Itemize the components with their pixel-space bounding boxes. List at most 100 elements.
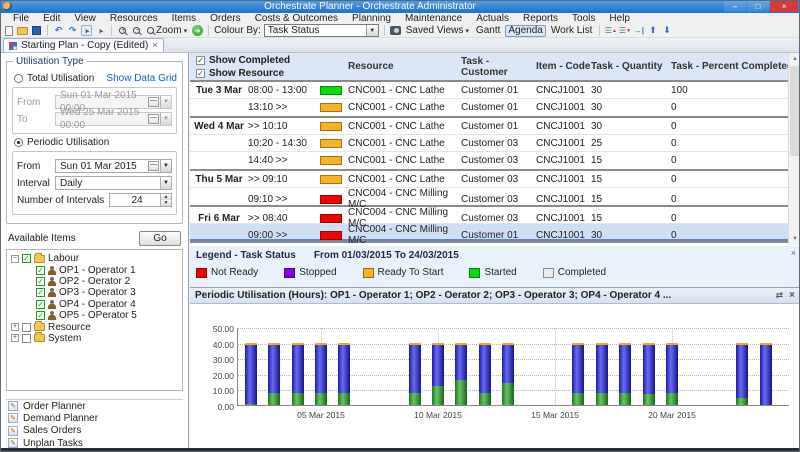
table-row[interactable]: 09:00 >>CNC004 - CNC Milling M/CCustomer…	[190, 224, 800, 241]
tree-item-op3-operator-3[interactable]: OP3 - Operator 3	[9, 287, 180, 298]
tree-checkbox[interactable]	[22, 254, 31, 263]
tree-item-op2-oerator-2[interactable]: OP2 - Oerator 2	[9, 276, 180, 287]
tree-checkbox[interactable]	[36, 288, 45, 297]
sort-ascending-icon[interactable]	[605, 25, 616, 36]
table-row[interactable]: Wed 4 Mar>> 10:10CNC001 - CNC LatheCusto…	[190, 118, 800, 135]
utilisation-bar-day-5[interactable]	[315, 343, 327, 405]
select-cursor-icon[interactable]	[81, 25, 92, 36]
tree-checkbox[interactable]	[36, 266, 45, 275]
new-icon[interactable]	[3, 25, 14, 36]
open-icon[interactable]	[17, 25, 28, 36]
utilisation-bar-day-19[interactable]	[643, 343, 655, 405]
show-data-grid-link[interactable]: Show Data Grid	[106, 73, 177, 84]
work-list-button[interactable]: Work List	[549, 25, 595, 37]
tree-item-labour[interactable]: −Labour	[9, 253, 180, 264]
tree-checkbox[interactable]	[36, 300, 45, 309]
menu-item-actuals[interactable]: Actuals	[469, 13, 516, 24]
save-icon[interactable]	[31, 25, 42, 36]
utilisation-bar-day-2[interactable]	[245, 343, 257, 405]
column-header-resource[interactable]: Resource	[348, 61, 461, 72]
move-down-icon[interactable]	[661, 25, 672, 36]
legend-close-icon[interactable]	[791, 248, 796, 258]
gantt-button[interactable]: Gantt	[474, 25, 502, 37]
utilisation-bar-day-17[interactable]	[596, 343, 608, 405]
menu-item-reports[interactable]: Reports	[516, 13, 565, 24]
redo-icon[interactable]	[67, 25, 78, 36]
zoom-in-icon[interactable]: +	[117, 25, 128, 36]
utilisation-bar-day-6[interactable]	[338, 343, 350, 405]
refresh-icon[interactable]	[192, 25, 203, 36]
tree-checkbox[interactable]	[22, 323, 31, 332]
scroll-down-icon[interactable]: ▼	[789, 233, 800, 245]
chart-close-icon[interactable]	[789, 290, 795, 301]
menu-item-planning[interactable]: Planning	[345, 13, 398, 24]
utilisation-bar-day-12[interactable]	[479, 343, 491, 405]
column-header-task-percent-completed[interactable]: Task - Percent Completed	[671, 61, 800, 72]
utilisation-bar-day-11[interactable]	[455, 343, 467, 405]
utilisation-bar-day-3[interactable]	[268, 343, 280, 405]
tab-close-icon[interactable]	[152, 40, 157, 51]
undo-icon[interactable]	[53, 25, 64, 36]
column-header-item-code[interactable]: Item - Code	[536, 61, 591, 72]
close-button[interactable]	[770, 1, 798, 12]
menu-item-maintenance[interactable]: Maintenance	[398, 13, 469, 24]
utilisation-bar-day-4[interactable]	[292, 343, 304, 405]
utilisation-bar-day-9[interactable]	[409, 343, 421, 405]
table-row[interactable]: Tue 3 Mar08:00 - 13:00CNC001 - CNC Lathe…	[190, 82, 800, 99]
tree-item-op4-operator-4[interactable]: OP4 - Operator 4	[9, 299, 180, 310]
menu-item-tools[interactable]: Tools	[565, 13, 602, 24]
utilisation-bar-day-18[interactable]	[619, 343, 631, 405]
periodic-from-field[interactable]: Sun 01 Mar 2015 ▼	[55, 159, 172, 173]
sort-descending-icon[interactable]	[619, 25, 630, 36]
utilisation-bar-day-23[interactable]	[736, 343, 748, 405]
table-row[interactable]: Fri 6 Mar>> 08:40CNC004 - CNC Milling M/…	[190, 207, 800, 224]
tree-checkbox[interactable]	[36, 311, 45, 320]
table-row[interactable]: Thu 5 Mar>> 09:10CNC001 - CNC LatheCusto…	[190, 171, 800, 188]
maximize-button[interactable]	[747, 1, 769, 12]
move-up-icon[interactable]	[647, 25, 658, 36]
table-row[interactable]: 10:20 - 14:30CNC001 - CNC LatheCustomer …	[190, 135, 800, 152]
number-of-intervals-stepper[interactable]: 24 ▲▼	[109, 193, 172, 207]
scroll-up-icon[interactable]: ▲	[789, 53, 800, 65]
tree-item-resource[interactable]: +Resource	[9, 321, 180, 332]
tree-item-op5-operator-5[interactable]: OP5 - OPerator 5	[9, 310, 180, 321]
pan-cursor-icon[interactable]	[95, 25, 106, 36]
total-utilisation-radio[interactable]	[14, 74, 23, 83]
nav-item-sales-orders[interactable]: Sales Orders	[6, 425, 183, 437]
zoom-out-icon[interactable]: −	[131, 25, 142, 36]
vertical-scrollbar[interactable]: ▲ ▼	[788, 53, 800, 245]
checkbox-checked-icon[interactable]	[196, 69, 205, 78]
nav-item-demand-planner[interactable]: Demand Planner	[6, 412, 183, 424]
minimize-button[interactable]	[724, 1, 746, 12]
menu-item-view[interactable]: View	[67, 13, 103, 24]
menu-item-costs-outcomes[interactable]: Costs & Outcomes	[248, 13, 345, 24]
spinner[interactable]: ▲▼	[160, 194, 171, 206]
filter-show-resource[interactable]: Show Resource	[196, 67, 348, 80]
go-to-icon[interactable]	[633, 25, 644, 36]
menu-item-edit[interactable]: Edit	[36, 13, 67, 24]
float-panel-icon[interactable]	[776, 290, 784, 301]
utilisation-bar-day-24[interactable]	[760, 343, 772, 405]
checkbox-checked-icon[interactable]	[196, 56, 205, 65]
utilisation-bar-day-13[interactable]	[502, 343, 514, 405]
nav-item-order-planner[interactable]: Order Planner	[6, 400, 183, 412]
table-row[interactable]: 09:10 >>CNC004 - CNC Milling M/CCustomer…	[190, 188, 800, 205]
scroll-thumb[interactable]	[790, 66, 800, 156]
table-row[interactable]: 14:40 >>CNC001 - CNC LatheCustomer 03CNC…	[190, 152, 800, 169]
filter-show-completed[interactable]: Show Completed	[196, 54, 348, 67]
menu-item-items[interactable]: Items	[165, 13, 203, 24]
column-header-task-quantity[interactable]: Task - Quantity	[591, 61, 671, 72]
tree-checkbox[interactable]	[22, 334, 31, 343]
zoom-dropdown[interactable]: Zoom	[145, 25, 189, 37]
camera-icon[interactable]	[390, 25, 401, 36]
menu-item-resources[interactable]: Resources	[103, 13, 165, 24]
expander-icon[interactable]: +	[11, 323, 19, 331]
menu-item-orders[interactable]: Orders	[203, 13, 248, 24]
tree-item-system[interactable]: +System	[9, 333, 180, 344]
saved-views-dropdown[interactable]: Saved Views	[404, 25, 471, 37]
expander-icon[interactable]: +	[11, 334, 19, 342]
periodic-utilisation-radio[interactable]	[14, 138, 23, 147]
utilisation-bar-day-10[interactable]	[432, 343, 444, 405]
colour-by-select[interactable]: Task Status ▼	[264, 24, 379, 37]
tree-checkbox[interactable]	[36, 277, 45, 286]
